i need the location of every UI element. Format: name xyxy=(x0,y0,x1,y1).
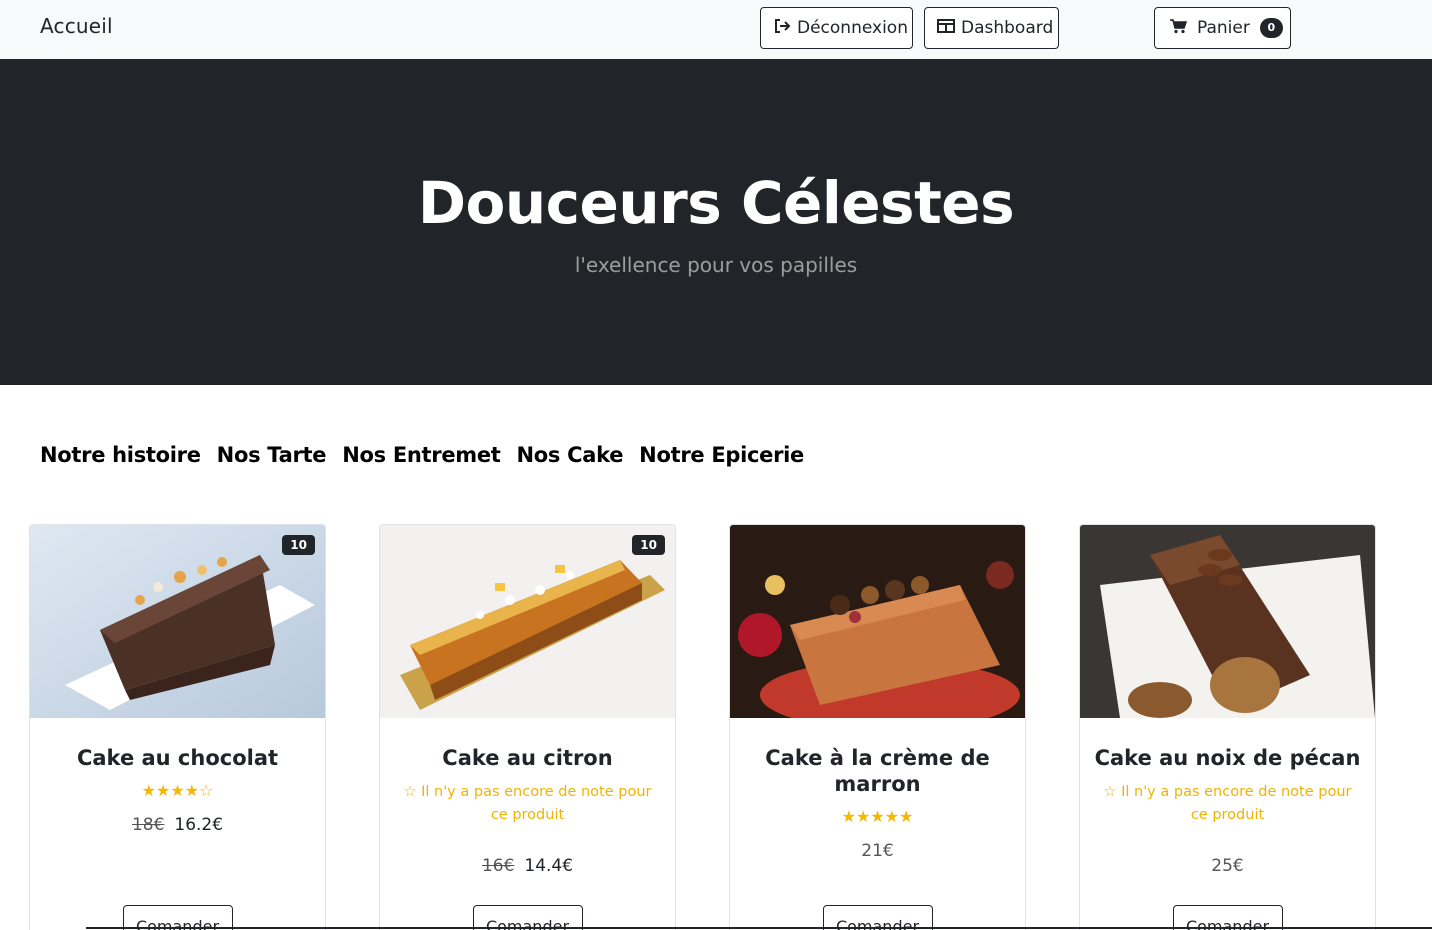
star-outline-icon: ☆ xyxy=(199,781,214,800)
old-price: 16€ xyxy=(481,856,515,876)
star-icon: ★ xyxy=(155,781,171,800)
hero-banner: Douceurs Célestes l'exellence pour vos p… xyxy=(0,59,1432,385)
rating-stars: ★★★★★ xyxy=(730,807,1025,826)
category-link-epicerie[interactable]: Notre Epicerie xyxy=(639,443,804,467)
star-outline-icon: ☆ xyxy=(403,784,417,800)
logout-icon xyxy=(773,18,797,39)
logout-button[interactable]: Déconnexion xyxy=(760,7,913,49)
product-card: Cake à la crème de marron ★★★★★ 21€ Coma… xyxy=(729,524,1026,930)
product-price: 16€ 14.4€ xyxy=(380,856,675,876)
no-rating-notice: ☆ Il n'y a pas encore de note pour ce pr… xyxy=(1100,781,1355,827)
no-rating-text: Il n'y a pas encore de note pour ce prod… xyxy=(421,784,652,823)
star-icon: ★ xyxy=(184,781,200,800)
current-price: 16.2€ xyxy=(174,815,224,835)
category-link-entremet[interactable]: Nos Entremet xyxy=(342,443,501,467)
star-icon: ★ xyxy=(170,781,185,800)
divider xyxy=(86,927,1432,929)
product-title: Cake au chocolat xyxy=(76,746,279,770)
star-icon: ★ xyxy=(141,781,156,800)
category-link-histoire[interactable]: Notre histoire xyxy=(40,443,201,467)
product-image: 10 xyxy=(30,525,325,718)
dashboard-icon xyxy=(937,18,961,39)
current-price: 25€ xyxy=(1211,856,1244,876)
star-icon: ★ xyxy=(899,807,914,826)
product-price: 25€ xyxy=(1080,856,1375,876)
star-icon: ★ xyxy=(855,807,871,826)
cart-button[interactable]: Panier 0 xyxy=(1154,7,1291,49)
cart-icon xyxy=(1169,18,1193,39)
rating-stars: ★★★★☆ xyxy=(30,781,325,800)
product-title: Cake à la crème de marron xyxy=(765,746,990,796)
product-price: 21€ xyxy=(730,841,1025,861)
product-image: 10 xyxy=(380,525,675,718)
category-nav: Notre histoire Nos Tarte Nos Entremet No… xyxy=(40,443,804,467)
stock-badge: 10 xyxy=(632,535,665,555)
product-card: Cake au noix de pécan ☆ Il n'y a pas enc… xyxy=(1079,524,1376,930)
stock-badge: 10 xyxy=(282,535,315,555)
product-price: 18€ 16.2€ xyxy=(30,815,325,835)
cart-label: Panier xyxy=(1197,18,1250,38)
product-image xyxy=(730,525,1025,718)
star-outline-icon: ☆ xyxy=(1103,784,1117,800)
star-icon: ★ xyxy=(884,807,900,826)
navbar: Accueil Déconnexion Dashboard Panier 0 xyxy=(0,0,1432,59)
current-price: 14.4€ xyxy=(524,856,574,876)
logout-label: Déconnexion xyxy=(797,18,908,38)
no-rating-text: Il n'y a pas encore de note pour ce prod… xyxy=(1121,784,1352,823)
dashboard-button[interactable]: Dashboard xyxy=(924,7,1059,49)
product-title: Cake au noix de pécan xyxy=(1094,746,1361,770)
home-link[interactable]: Accueil xyxy=(40,14,113,38)
star-icon: ★ xyxy=(841,807,856,826)
category-link-tarte[interactable]: Nos Tarte xyxy=(217,443,327,467)
dashboard-label: Dashboard xyxy=(961,18,1054,38)
product-card: 10 Cake au chocolat ★★★★☆ 18€ 16.2€ Coman… xyxy=(29,524,326,930)
current-price: 21€ xyxy=(861,841,894,861)
cart-count-badge: 0 xyxy=(1259,18,1283,38)
product-card: 10 Cake au citron ☆ Il n'y a pas encore … xyxy=(379,524,676,930)
product-image xyxy=(1080,525,1375,718)
hero-title: Douceurs Célestes xyxy=(417,169,1015,237)
product-title: Cake au citron xyxy=(442,746,613,770)
old-price: 18€ xyxy=(131,815,165,835)
category-link-cake[interactable]: Nos Cake xyxy=(517,443,624,467)
hero-subtitle: l'exellence pour vos papilles xyxy=(574,253,858,277)
no-rating-notice: ☆ Il n'y a pas encore de note pour ce pr… xyxy=(400,781,655,827)
star-icon: ★ xyxy=(870,807,885,826)
